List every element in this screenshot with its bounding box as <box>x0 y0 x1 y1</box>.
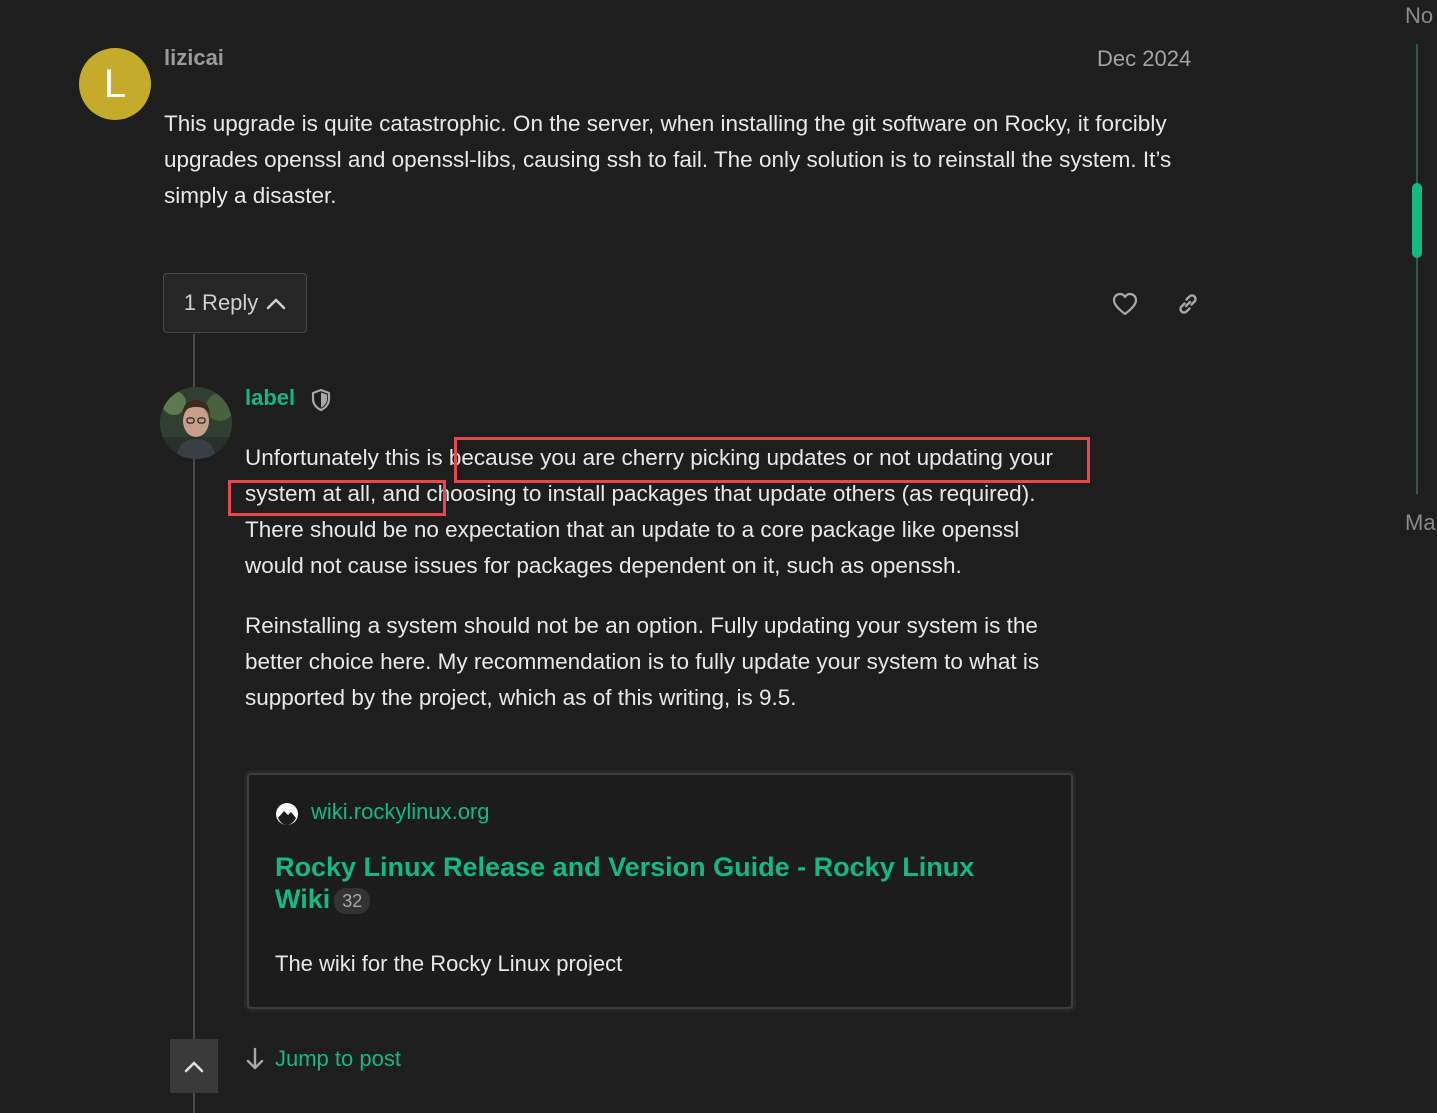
replies-toggle-label: 1 Reply <box>183 290 259 315</box>
chevron-up-icon <box>267 298 286 310</box>
timeline-end-date[interactable]: Ma <box>1405 510 1436 536</box>
post-date[interactable]: Dec 2024 <box>1097 46 1191 72</box>
avatar[interactable]: L <box>79 48 151 120</box>
post-author-name[interactable]: lizicai <box>164 45 224 71</box>
arrow-down-icon <box>246 1047 264 1070</box>
jump-to-post-link[interactable]: Jump to post <box>245 1046 401 1072</box>
reply-body: Unfortunately this is because you are ch… <box>245 440 1075 740</box>
jump-to-post-label[interactable]: Jump to post <box>275 1046 401 1072</box>
reply-author-name[interactable]: label <box>245 385 295 411</box>
collapse-replies-button[interactable] <box>170 1039 218 1093</box>
replies-toggle-button[interactable]: 1 Reply <box>163 273 307 333</box>
avatar[interactable] <box>160 387 232 459</box>
rocky-linux-logo-icon <box>276 803 298 825</box>
reply-paragraph: Unfortunately this is because you are ch… <box>245 445 1053 578</box>
link-icon[interactable] <box>1174 290 1202 318</box>
timeline-start-date[interactable]: No <box>1405 3 1433 29</box>
reply-paragraph: Reinstalling a system should not be an o… <box>245 613 1040 710</box>
chevron-up-icon <box>184 1061 204 1073</box>
click-count-badge: 32 <box>334 887 371 914</box>
link-preview-title[interactable]: Rocky Linux Release and Version Guide - … <box>275 851 1035 915</box>
link-preview-domain[interactable]: wiki.rockylinux.org <box>311 799 490 825</box>
post-body: This upgrade is quite catastrophic. On t… <box>164 111 1172 208</box>
shield-icon <box>311 388 331 412</box>
link-preview-description: The wiki for the Rocky Linux project <box>275 951 623 976</box>
heart-icon[interactable] <box>1111 290 1139 318</box>
timeline-handle[interactable] <box>1412 183 1422 258</box>
timeline-scrollbar[interactable] <box>1416 44 1418 494</box>
avatar-image <box>160 387 232 459</box>
link-preview-title-text[interactable]: Rocky Linux Release and Version Guide - … <box>275 852 974 914</box>
